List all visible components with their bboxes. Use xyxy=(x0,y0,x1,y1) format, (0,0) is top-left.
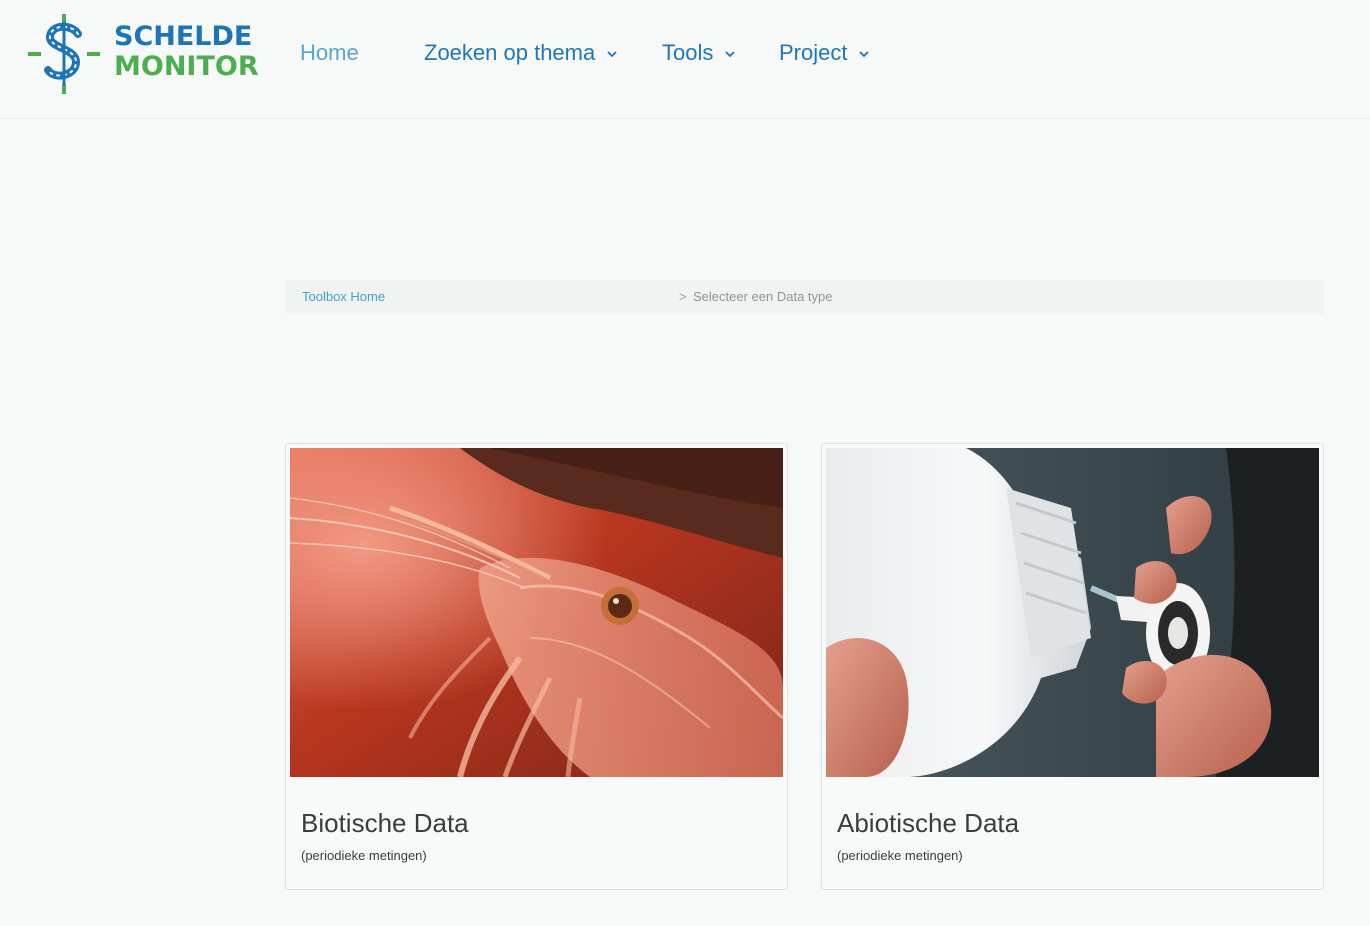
chevron-down-icon xyxy=(859,51,870,58)
nav-zoeken-op-thema-label: Zoeken op thema xyxy=(424,40,596,65)
shrimp-image xyxy=(290,448,783,777)
chevron-down-icon xyxy=(607,51,617,58)
breadcrumb-toolbox-home-link[interactable]: Toolbox Home xyxy=(302,280,385,314)
nav-zoeken-op-thema[interactable]: Zoeken op thema xyxy=(424,36,619,70)
site-header: SCHELDE MONITOR Home Zoeken op thema Too… xyxy=(0,0,1370,119)
breadcrumb-separator: > xyxy=(679,289,687,304)
logo-mark-icon xyxy=(28,14,100,94)
logo-line-2: MONITOR xyxy=(114,51,259,82)
nav-project[interactable]: Project xyxy=(779,36,871,70)
shrimp-photo[interactable] xyxy=(290,448,783,777)
nav-home[interactable]: Home xyxy=(300,36,359,70)
nav-tools[interactable]: Tools xyxy=(662,36,737,70)
nav-tools-label: Tools xyxy=(662,40,714,65)
logo-line-1: SCHELDE xyxy=(114,21,253,52)
card-title[interactable]: Abiotische Data xyxy=(837,808,1019,839)
breadcrumb-current: Selecteer een Data type xyxy=(693,289,833,304)
nav-home-label: Home xyxy=(300,40,359,65)
schelde-monitor-logo[interactable]: SCHELDE MONITOR xyxy=(28,14,259,94)
card-subtitle: (periodieke metingen) xyxy=(837,848,963,863)
card-subtitle: (periodieke metingen) xyxy=(301,848,427,863)
sample-bottle-image xyxy=(826,448,1319,777)
card-abiotische-data[interactable]: Abiotische Data (periodieke metingen) xyxy=(821,443,1324,890)
chevron-down-icon xyxy=(725,51,735,58)
nav-project-label: Project xyxy=(779,40,848,65)
breadcrumb: Toolbox Home > Selecteer een Data type xyxy=(285,280,1324,314)
sample-bottle-photo[interactable] xyxy=(826,448,1319,777)
logo-wordmark: SCHELDE MONITOR xyxy=(114,22,259,82)
card-biotische-data[interactable]: Biotische Data (periodieke metingen) xyxy=(285,443,788,890)
card-title[interactable]: Biotische Data xyxy=(301,808,469,839)
